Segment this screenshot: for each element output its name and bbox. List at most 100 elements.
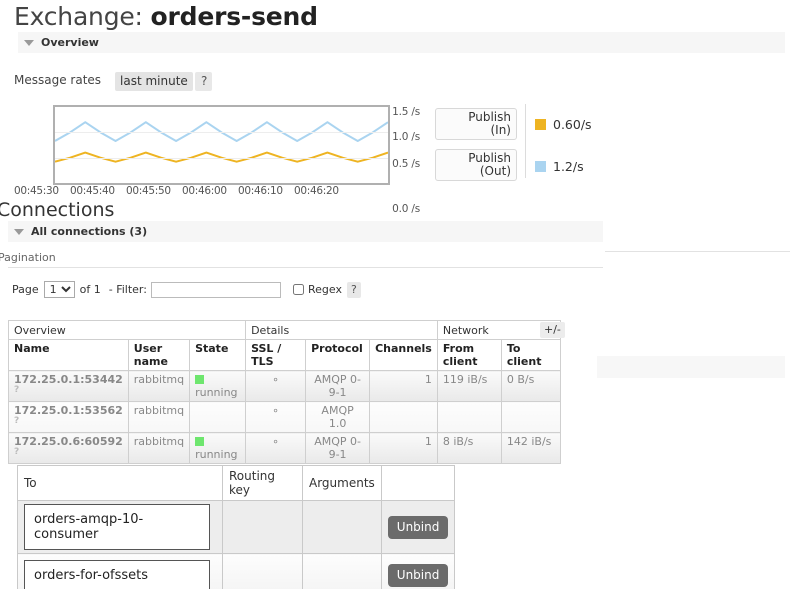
- bindings-column-to: To: [18, 466, 223, 501]
- section-all-connections-header[interactable]: All connections (3): [8, 221, 603, 242]
- connection-name-help[interactable]: ?: [14, 386, 123, 395]
- page-title-prefix: Exchange:: [14, 2, 143, 31]
- page-title: Exchange: orders-send: [14, 2, 318, 31]
- bindings-column-arguments: Arguments: [303, 466, 382, 501]
- cell-channels: [370, 402, 438, 433]
- column-header-ssl-tls[interactable]: SSL / TLS: [246, 340, 306, 371]
- section-all-connections-label: All connections (3): [31, 225, 147, 238]
- connection-name[interactable]: 172.25.0.6:60592: [14, 435, 123, 448]
- cell-name[interactable]: 172.25.0.1:53442 ?: [9, 371, 129, 402]
- page-select[interactable]: 1: [44, 281, 75, 298]
- y-tick-0: 0.0 /s: [374, 203, 420, 215]
- cell-protocol: AMQP 1.0: [306, 402, 370, 433]
- cell-from-client: [437, 402, 501, 433]
- page-of-label: of 1: [80, 283, 101, 296]
- binding-arguments: [303, 554, 382, 589]
- chart-plot-area: [53, 105, 390, 185]
- binding-routing-key: [223, 501, 303, 554]
- message-rates-label: Message rates: [14, 73, 101, 87]
- column-header-channels[interactable]: Channels: [370, 340, 438, 371]
- bindings-column-routing-key: Routing key: [223, 466, 303, 501]
- x-tick-3: 00:46:00: [182, 185, 227, 197]
- table-column-header-row: Name User name State SSL / TLS Protocol …: [9, 340, 561, 371]
- gridline-0.5: [55, 158, 388, 159]
- connection-name-help[interactable]: ?: [14, 448, 123, 457]
- column-header-state[interactable]: State: [190, 340, 246, 371]
- filter-input[interactable]: [151, 282, 281, 298]
- unbind-button[interactable]: Unbind: [388, 516, 449, 539]
- legend-button-publish-in[interactable]: Publish (In): [435, 108, 517, 140]
- cell-from-client: 8 iB/s: [437, 433, 501, 464]
- column-header-to-client[interactable]: To client: [501, 340, 560, 371]
- binding-destination-link[interactable]: orders-for-ofssets: [24, 560, 210, 589]
- connection-name-help[interactable]: ?: [14, 417, 123, 426]
- cell-name[interactable]: 172.25.0.6:60592 ?: [9, 433, 129, 464]
- page-title-name: orders-send: [151, 2, 318, 31]
- cell-to-client: 0 B/s: [501, 371, 560, 402]
- pagination-divider: [8, 267, 603, 268]
- cell-ssl-tls: ∘: [246, 433, 306, 464]
- legend-button-publish-out[interactable]: Publish (Out): [435, 149, 517, 181]
- legend-divider: [525, 104, 526, 178]
- chevron-down-icon: [24, 40, 34, 46]
- table-row[interactable]: 172.25.0.6:60592 ? rabbitmq running ∘ AM…: [9, 433, 561, 464]
- bindings-column-action: [381, 466, 455, 501]
- cell-ssl-tls: ∘: [246, 371, 306, 402]
- cell-to-client: [501, 402, 560, 433]
- pagination-label: Pagination: [0, 251, 56, 264]
- column-header-user-name[interactable]: User name: [128, 340, 189, 371]
- binding-destination-link[interactable]: orders-amqp-10-consumer: [24, 504, 210, 550]
- connections-heading: Connections: [0, 199, 114, 221]
- table-group-header-row: Overview Details Network: [9, 321, 561, 340]
- connections-table: Overview Details Network Name User name …: [8, 320, 561, 464]
- message-rates-chart: 0.0 /s 0.5 /s 1.0 /s 1.5 /s 00:45:30 00:…: [0, 100, 420, 200]
- gridline-1.0: [55, 132, 388, 133]
- cell-from-client: 119 iB/s: [437, 371, 501, 402]
- pagination-controls: Page 1 of 1 - Filter: Regex ?: [12, 281, 361, 298]
- group-header-overview: Overview: [9, 321, 246, 340]
- regex-checkbox[interactable]: [293, 284, 304, 295]
- cell-name[interactable]: 172.25.0.1:53562 ?: [9, 402, 129, 433]
- cell-protocol: AMQP 0-9-1: [306, 371, 370, 402]
- section-overview-header[interactable]: Overview: [18, 32, 785, 53]
- legend-value-publish-out: 1.2/s: [553, 159, 584, 174]
- bindings-header-row: To Routing key Arguments: [18, 466, 455, 501]
- connection-name[interactable]: 172.25.0.1:53562: [14, 404, 123, 417]
- table-row[interactable]: 172.25.0.1:53562 ? rabbitmq ∘ AMQP 1.0: [9, 402, 561, 433]
- regex-help-icon[interactable]: ?: [347, 282, 361, 298]
- column-header-from-client[interactable]: From client: [437, 340, 501, 371]
- column-header-name[interactable]: Name: [9, 340, 129, 371]
- legend-button-publish-in-line2: (In): [490, 124, 511, 137]
- status-indicator-icon: [195, 437, 204, 446]
- legend-swatch-publish-out: [535, 161, 546, 172]
- cell-user-name: rabbitmq: [128, 371, 189, 402]
- background-panel: [597, 356, 785, 378]
- filter-label: - Filter:: [109, 283, 147, 296]
- state-text: running: [195, 448, 237, 461]
- cell-channels: 1: [370, 371, 438, 402]
- pagination-divider-right: [605, 251, 790, 252]
- column-header-protocol[interactable]: Protocol: [306, 340, 370, 371]
- message-rates-help-icon[interactable]: ?: [195, 72, 212, 91]
- legend-button-publish-out-line2: (Out): [480, 165, 511, 178]
- chevron-down-icon: [14, 229, 24, 235]
- column-toggle-button[interactable]: +/-: [540, 322, 565, 338]
- legend-value-publish-in: 0.60/s: [553, 117, 592, 132]
- status-indicator-icon: [195, 375, 204, 384]
- unbind-button[interactable]: Unbind: [388, 564, 449, 587]
- message-rates-period-selector[interactable]: last minute: [115, 72, 193, 91]
- binding-row: orders-for-ofssets Unbind: [18, 554, 455, 589]
- regex-label: Regex: [308, 283, 342, 296]
- connection-name[interactable]: 172.25.0.1:53442: [14, 373, 123, 386]
- x-tick-1: 00:45:40: [70, 185, 115, 197]
- cell-state: [190, 402, 246, 433]
- group-header-details: Details: [246, 321, 438, 340]
- x-tick-2: 00:45:50: [126, 185, 171, 197]
- binding-action-cell: Unbind: [381, 554, 455, 589]
- cell-channels: 1: [370, 433, 438, 464]
- cell-user-name: rabbitmq: [128, 433, 189, 464]
- table-row[interactable]: 172.25.0.1:53442 ? rabbitmq running ∘ AM…: [9, 371, 561, 402]
- x-tick-5: 00:46:20: [294, 185, 339, 197]
- binding-row: orders-amqp-10-consumer Unbind: [18, 501, 455, 554]
- binding-action-cell: Unbind: [381, 501, 455, 554]
